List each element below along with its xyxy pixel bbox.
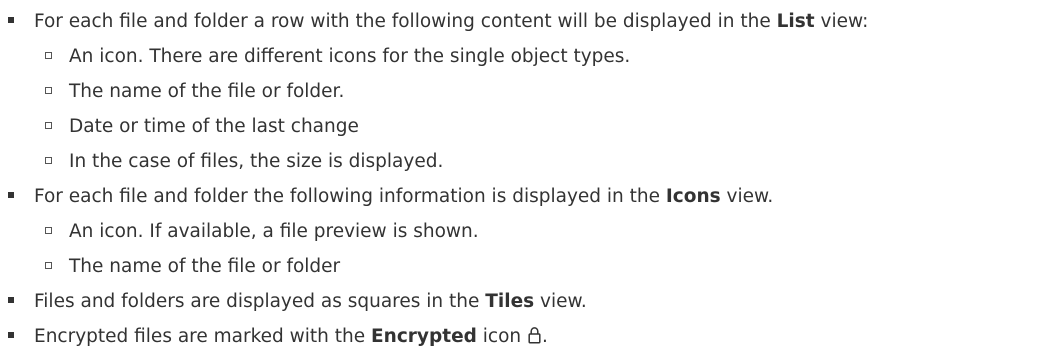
sub-list-item: Date or time of the last change	[45, 115, 359, 139]
encrypted-term: Encrypted	[371, 326, 477, 347]
list-item: Files and folders are displayed as squar…	[8, 290, 587, 314]
sub-list-item: An icon. If available, a file preview is…	[45, 220, 479, 244]
list-item-text-end: view.	[720, 186, 774, 207]
sub-list-item: The name of the file or folder.	[45, 80, 344, 104]
list-view-term: List	[776, 11, 815, 32]
sub-bullet-marker	[45, 121, 52, 129]
list-item-text-end: view:	[814, 11, 869, 32]
bullet-marker	[8, 332, 14, 338]
icons-view-term: Icons	[665, 186, 721, 207]
bullet-marker	[8, 297, 14, 303]
list-item-text-mid: icon	[476, 326, 527, 347]
list-item-text: Files and folders are displayed as squar…	[34, 291, 486, 312]
sub-list-item: In the case of files, the size is displa…	[45, 150, 443, 174]
bullet-marker	[8, 192, 14, 198]
sub-list-item: The name of the file or folder	[45, 255, 340, 279]
list-item-text-end: view.	[534, 291, 587, 312]
sub-list-item-text: In the case of files, the size is displa…	[69, 151, 444, 172]
sub-list-item-text: An icon. There are different icons for t…	[69, 46, 631, 67]
sub-bullet-marker	[45, 261, 52, 269]
list-item: For each file and folder a row with the …	[8, 10, 868, 34]
sub-list-item-text: The name of the file or folder	[69, 256, 341, 277]
sub-bullet-marker	[45, 226, 52, 234]
sub-bullet-marker	[45, 51, 52, 59]
sub-bullet-marker	[45, 86, 52, 94]
list-item: Encrypted files are marked with the Encr…	[8, 325, 548, 349]
sub-list-item-text: The name of the file or folder.	[69, 81, 345, 102]
list-item-text-end: .	[542, 326, 548, 347]
sub-list-item-text: Date or time of the last change	[69, 116, 359, 137]
tiles-view-term: Tiles	[485, 291, 535, 312]
sub-list-item-text: An icon. If available, a file preview is…	[69, 221, 479, 242]
list-item-text: For each file and folder the following i…	[34, 186, 666, 207]
bullet-marker	[8, 17, 14, 23]
list-item: For each file and folder the following i…	[8, 185, 773, 209]
sub-list-item: An icon. There are different icons for t…	[45, 45, 630, 69]
lock-icon	[528, 326, 541, 344]
sub-bullet-marker	[45, 156, 52, 164]
list-item-text: Encrypted files are marked with the	[34, 326, 372, 347]
list-item-text: For each file and folder a row with the …	[34, 11, 777, 32]
